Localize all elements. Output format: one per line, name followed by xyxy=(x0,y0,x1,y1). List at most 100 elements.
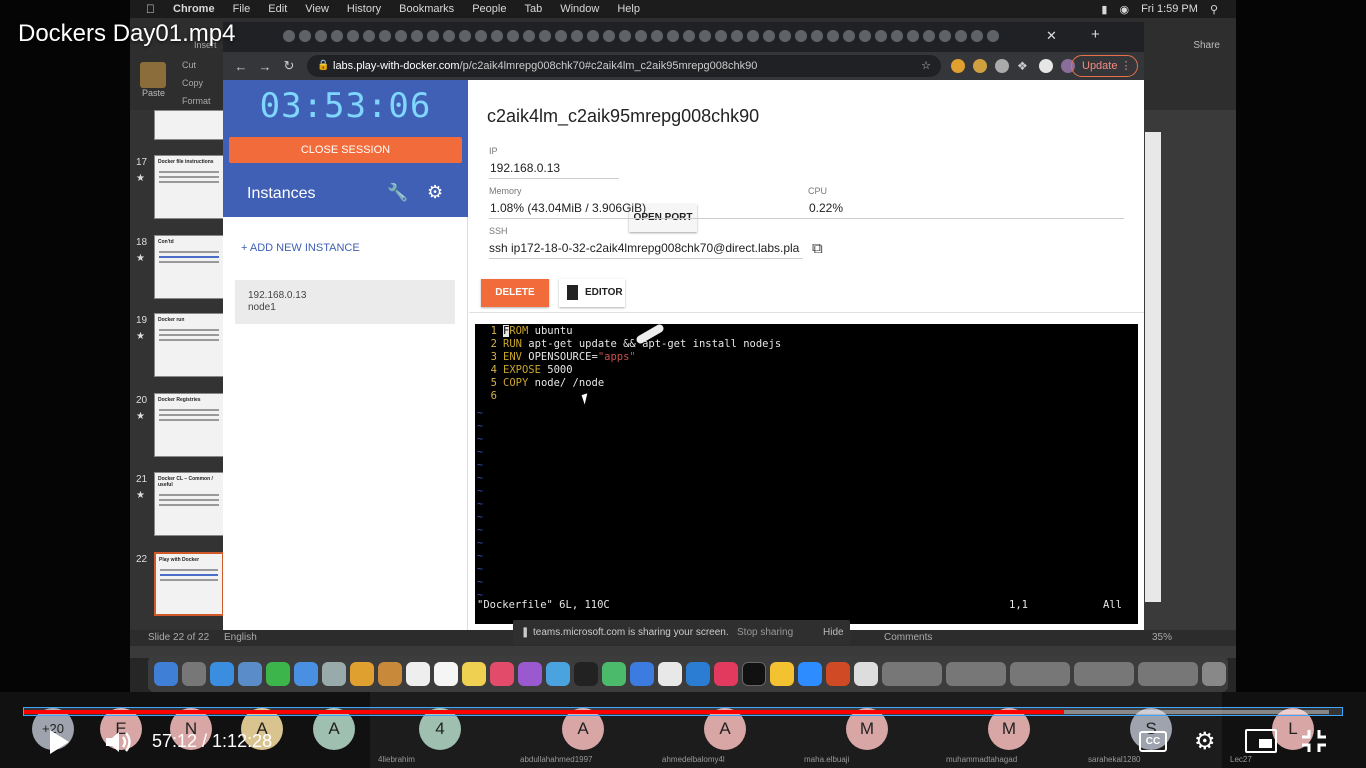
mac-dock xyxy=(148,656,1228,692)
ip-label: IP xyxy=(489,146,498,156)
extension-icon[interactable] xyxy=(973,59,987,73)
slide-thumbnail-selected: Play with Docker xyxy=(154,552,224,616)
terminal-line: 6 xyxy=(490,390,497,402)
terminal-icon xyxy=(742,662,766,686)
puzzle-icon[interactable]: ❖ xyxy=(1017,59,1031,73)
back-icon[interactable]: ← xyxy=(229,59,253,74)
memory-label: Memory xyxy=(489,186,522,196)
cpu-label: CPU xyxy=(808,186,828,196)
document-icon xyxy=(854,662,878,686)
vim-empty-line-marker: ~ xyxy=(477,538,484,549)
delete-button[interactable]: DELETE xyxy=(481,279,549,307)
photos2-icon xyxy=(350,662,374,686)
slide-thumb-title: Docker run xyxy=(158,317,185,323)
trash-icon xyxy=(1202,662,1226,686)
wrench-icon[interactable]: 🔧 xyxy=(387,183,408,203)
slide-number: 18 xyxy=(136,237,148,248)
vim-empty-line-marker: ~ xyxy=(477,486,484,497)
add-new-instance-button[interactable]: + ADD NEW INSTANCE xyxy=(241,242,360,254)
forward-icon[interactable]: → xyxy=(253,59,277,74)
share-message: teams.microsoft.com is sharing your scre… xyxy=(533,627,729,638)
messages-icon xyxy=(294,662,318,686)
captions-icon[interactable]: CC xyxy=(1139,731,1167,752)
video-player[interactable]: Dockers Day01.mp4  Chrome File Edit Vie… xyxy=(0,0,1366,768)
editor-button[interactable]: EDITOR xyxy=(559,279,625,307)
tv-icon xyxy=(574,662,598,686)
slide-canvas-edge xyxy=(1145,132,1161,602)
reload-icon[interactable]: ↻ xyxy=(277,58,301,74)
safari-icon xyxy=(210,662,234,686)
stop-sharing-button[interactable]: Stop sharing xyxy=(737,627,793,638)
ssh-underline xyxy=(489,258,803,259)
video-title: Dockers Day01.mp4 xyxy=(18,20,236,47)
menubar-item: Tab xyxy=(515,3,542,15)
tab-close-icon[interactable]: ✕ xyxy=(1046,28,1057,44)
menubar-item: History xyxy=(337,3,381,15)
minimized-window xyxy=(882,662,942,686)
shared-screen:  Chrome File Edit View History Bookmark… xyxy=(130,0,1236,692)
slide-thumb-title: Docker CL – Common / useful xyxy=(158,476,213,488)
session-timer: 03:53:06 xyxy=(259,86,432,126)
terminal-line: 4 EXPOSE 5000 xyxy=(490,364,573,376)
extension-icon[interactable] xyxy=(951,59,965,73)
settings-icon[interactable]: ⚙ xyxy=(1194,727,1216,756)
file-icon xyxy=(567,285,578,300)
powerpoint-icon xyxy=(826,662,850,686)
calendar-icon xyxy=(406,662,430,686)
url-input[interactable]: 🔒 labs.play-with-docker.com/p/c2aik4lmre… xyxy=(307,55,941,77)
vim-empty-line-marker: ~ xyxy=(477,447,484,458)
memory-value: 1.08% (43.04MiB / 3.906GiB) xyxy=(490,201,647,215)
player-controls: 57:12 / 1:12:28 CC ⚙ xyxy=(0,718,1366,768)
vscode-icon xyxy=(686,662,710,686)
menubar-app-name: Chrome xyxy=(164,3,215,15)
gear-icon[interactable]: ⚙ xyxy=(427,182,443,203)
volume-icon[interactable] xyxy=(104,728,134,756)
battery-icon: ▮ xyxy=(1101,3,1108,16)
menubar-item: People xyxy=(463,3,506,15)
vim-empty-line-marker: ~ xyxy=(477,408,484,419)
menubar-item: File xyxy=(223,3,251,15)
slide-number: 17 xyxy=(136,157,148,168)
update-button[interactable]: Update ⋮ xyxy=(1071,55,1139,77)
cut-label: Cut xyxy=(182,60,197,70)
terminal[interactable]: 1 FROM ubuntu 2 RUN apt-get update && apt-… xyxy=(475,323,1138,624)
minimized-window xyxy=(1074,662,1134,686)
pause-icon: ❚ xyxy=(521,627,530,638)
bookmark-star-icon[interactable]: ☆ xyxy=(921,55,931,77)
share-label: Share xyxy=(1193,40,1220,51)
slide-number: 21 xyxy=(136,474,148,485)
instance-list-item[interactable]: 192.168.0.13 node1 xyxy=(235,280,455,324)
play-icon[interactable] xyxy=(50,730,69,754)
seek-bar[interactable] xyxy=(23,707,1343,716)
copy-icon[interactable]: ⧉ xyxy=(812,240,823,257)
slide-thumbnails: 17 ★ Docker file instructions 18 ★ Con't… xyxy=(130,110,225,640)
divider xyxy=(469,312,1144,313)
minimized-window xyxy=(946,662,1006,686)
instance-header: c2aik4lm_c2aik95mrepg008chk90 xyxy=(487,106,760,126)
slide-thumbnail: Docker CL – Common / useful xyxy=(154,472,224,536)
exit-fullscreen-icon[interactable] xyxy=(1300,728,1328,754)
menubar-item: Window xyxy=(551,3,599,15)
time-display: 57:12 / 1:12:28 xyxy=(152,731,273,751)
mouse-pointer-icon xyxy=(581,393,591,405)
new-tab-icon[interactable]: + xyxy=(1091,26,1100,43)
terminal-line: 3 ENV OPENSOURCE="apps" xyxy=(490,351,636,363)
ssh-command[interactable]: ssh ip172-18-0-32-c2aik4lmrepg008chk70@d… xyxy=(489,241,803,255)
zoom-icon xyxy=(798,662,822,686)
minimized-window xyxy=(1138,662,1198,686)
miniplayer-icon[interactable] xyxy=(1245,729,1277,753)
vim-status-file: "Dockerfile" 6L, 110C xyxy=(477,599,610,611)
vim-empty-line-marker: ~ xyxy=(477,564,484,575)
star-icon: ★ xyxy=(136,490,145,501)
more-icon: ⋮ xyxy=(1120,60,1132,72)
menubar-item: Bookmarks xyxy=(390,3,454,15)
slide-number: 19 xyxy=(136,315,148,326)
slide-number: 22 xyxy=(136,554,148,565)
terminal-line: 1 FROM ubuntu xyxy=(490,325,573,337)
docker-icon xyxy=(546,662,570,686)
extension-icon[interactable] xyxy=(995,59,1009,73)
bookmark-icon[interactable] xyxy=(1039,59,1053,73)
close-session-button[interactable]: CLOSE SESSION xyxy=(229,137,462,163)
hide-button[interactable]: Hide xyxy=(823,627,844,638)
vim-empty-line-marker: ~ xyxy=(477,421,484,432)
